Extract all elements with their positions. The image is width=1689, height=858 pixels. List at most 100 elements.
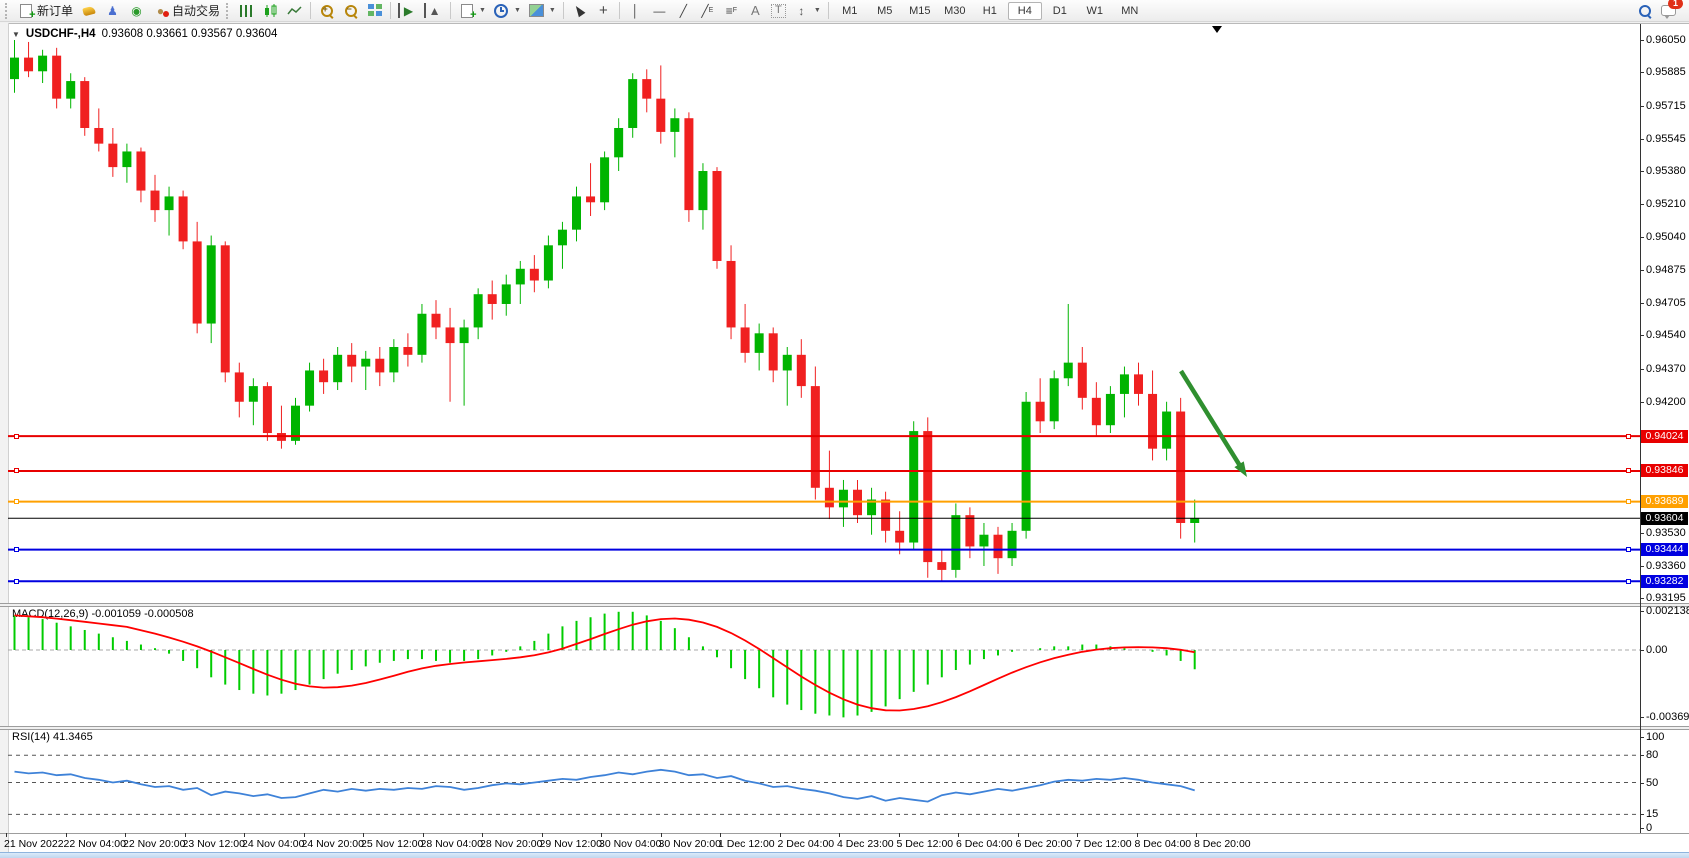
crosshair-tool-button[interactable]: + bbox=[592, 2, 615, 19]
search-button[interactable] bbox=[1633, 2, 1656, 19]
timeframe-m15-button[interactable]: M15 bbox=[903, 2, 937, 20]
timeframe-h4-button[interactable]: H4 bbox=[1008, 2, 1042, 20]
notification-badge: 1 bbox=[1668, 0, 1683, 9]
macd-axis-label: 0.00 bbox=[1646, 644, 1667, 656]
candle bbox=[1120, 367, 1129, 418]
price-axis-tick bbox=[1640, 402, 1644, 403]
cursor-tool-button[interactable] bbox=[568, 2, 591, 19]
candle-body bbox=[432, 314, 441, 328]
news-button[interactable] bbox=[77, 2, 100, 19]
line-handle[interactable] bbox=[14, 468, 19, 473]
text-label-tool-button[interactable]: T bbox=[768, 3, 789, 19]
trendline-tool-button[interactable]: ╱ bbox=[672, 2, 695, 19]
rsi-axis-tick bbox=[1640, 755, 1644, 756]
candle-body bbox=[895, 531, 904, 543]
line-handle[interactable] bbox=[14, 434, 19, 439]
arrows-tool-button[interactable]: ↕▼ bbox=[790, 2, 824, 19]
candle-body bbox=[783, 355, 792, 371]
auto-scroll-button[interactable]: ▶ bbox=[395, 2, 420, 19]
candle-chart-mode-button[interactable] bbox=[259, 2, 282, 19]
line-handle[interactable] bbox=[1626, 579, 1631, 584]
candle-body bbox=[516, 269, 525, 285]
candle-body bbox=[122, 151, 131, 167]
line-handle[interactable] bbox=[1626, 468, 1631, 473]
templates-button[interactable]: ▼ bbox=[525, 2, 559, 19]
candle bbox=[1148, 370, 1157, 460]
candle-body bbox=[361, 359, 370, 367]
timeframe-d1-button[interactable]: D1 bbox=[1043, 2, 1077, 20]
chevron-down-icon: ▼ bbox=[479, 7, 486, 14]
time-axis-label: 25 Nov 12:00 bbox=[361, 838, 423, 850]
horizontal-line-icon: — bbox=[651, 3, 668, 18]
time-axis-tick bbox=[1137, 833, 1138, 837]
line-handle[interactable] bbox=[1626, 499, 1631, 504]
candle bbox=[909, 421, 918, 550]
line-chart-mode-button[interactable] bbox=[283, 2, 306, 19]
macd-axis-label: 0.002138 bbox=[1646, 605, 1689, 617]
vline-tool-button[interactable]: │ bbox=[624, 2, 647, 19]
line-handle[interactable] bbox=[14, 547, 19, 552]
price-axis-label: 0.93360 bbox=[1646, 560, 1686, 572]
tile-windows-button[interactable] bbox=[363, 2, 386, 19]
time-axis-tick bbox=[1196, 833, 1197, 837]
chevron-down-icon: ▼ bbox=[549, 7, 556, 14]
time-axis-label: 29 Nov 12:00 bbox=[540, 838, 602, 850]
candle-body bbox=[937, 562, 946, 570]
toolbar-grip[interactable] bbox=[226, 3, 232, 19]
time-axis-label: 8 Dec 20:00 bbox=[1194, 838, 1251, 850]
candle-body bbox=[1148, 394, 1157, 449]
timeframe-m5-button[interactable]: M5 bbox=[868, 2, 902, 20]
timeframe-m30-button[interactable]: M30 bbox=[938, 2, 972, 20]
hline-tool-button[interactable]: — bbox=[648, 2, 671, 19]
timeframe-m1-button[interactable]: M1 bbox=[833, 2, 867, 20]
market-depth-button[interactable]: ♟ bbox=[101, 2, 124, 19]
bar-chart-mode-button[interactable] bbox=[235, 2, 258, 19]
candle bbox=[1078, 347, 1087, 410]
candle-body bbox=[1050, 378, 1059, 421]
timeframe-mn-button[interactable]: MN bbox=[1113, 2, 1147, 20]
candle bbox=[347, 343, 356, 382]
fibonacci-tool-button[interactable]: ≡F bbox=[720, 2, 743, 19]
channel-tool-button[interactable]: ╱E bbox=[696, 2, 719, 19]
candle-body bbox=[923, 431, 932, 562]
toolbar-separator bbox=[450, 2, 451, 19]
candle-body bbox=[488, 294, 497, 304]
time-axis-label: 22 Nov 20:00 bbox=[123, 838, 185, 850]
candle bbox=[1036, 378, 1045, 433]
time-axis-label: 22 Nov 04:00 bbox=[64, 838, 126, 850]
timeframe-h1-button[interactable]: H1 bbox=[973, 2, 1007, 20]
new-order-button[interactable]: + 新订单 bbox=[14, 1, 76, 20]
time-axis-label: 28 Nov 20:00 bbox=[480, 838, 542, 850]
line-handle[interactable] bbox=[14, 499, 19, 504]
notifications-button[interactable]: 1 bbox=[1657, 2, 1680, 19]
candle-body bbox=[881, 500, 890, 531]
candle-body bbox=[572, 196, 581, 229]
zoom-in-button[interactable]: + bbox=[315, 2, 338, 19]
price-axis-label: 0.95715 bbox=[1646, 100, 1686, 112]
candle-body bbox=[108, 144, 117, 167]
zoom-out-button[interactable]: − bbox=[339, 2, 362, 19]
candle-body bbox=[1064, 363, 1073, 379]
candle-body bbox=[769, 333, 778, 370]
candle-body bbox=[389, 347, 398, 372]
time-axis-label: 30 Nov 20:00 bbox=[659, 838, 721, 850]
line-handle[interactable] bbox=[14, 579, 19, 584]
price-axis-tick bbox=[1640, 533, 1644, 534]
candle bbox=[1050, 370, 1059, 429]
chart-shift-button[interactable]: ▲ bbox=[421, 2, 446, 19]
timeframe-w1-button[interactable]: W1 bbox=[1078, 2, 1112, 20]
time-axis-tick bbox=[6, 833, 7, 837]
toolbar-grip[interactable] bbox=[5, 3, 11, 19]
auto-trading-button[interactable]: ● 自动交易 bbox=[149, 1, 223, 20]
candle bbox=[502, 275, 511, 316]
new-chart-button[interactable]: +▼ bbox=[455, 2, 489, 19]
line-handle[interactable] bbox=[1626, 547, 1631, 552]
line-handle[interactable] bbox=[1626, 434, 1631, 439]
price-axis-label: 0.96050 bbox=[1646, 34, 1686, 46]
signals-button[interactable]: ◉ bbox=[125, 2, 148, 19]
time-axis-tick bbox=[363, 833, 364, 837]
trend-arrow[interactable] bbox=[1181, 371, 1242, 469]
text-tool-button[interactable]: A bbox=[744, 2, 767, 19]
periods-button[interactable]: ▼ bbox=[490, 2, 524, 19]
macd-axis-label: -0.003698 bbox=[1646, 711, 1689, 723]
